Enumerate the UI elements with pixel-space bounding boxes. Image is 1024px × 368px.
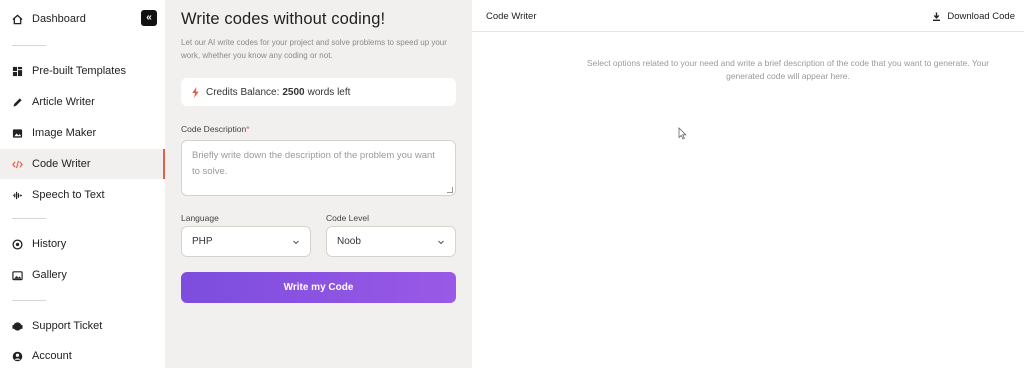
headset-icon	[12, 321, 23, 332]
pen-icon	[12, 97, 23, 108]
required-asterisk: *	[246, 124, 250, 134]
sidebar-item-article-writer[interactable]: Article Writer	[0, 87, 165, 117]
credits-balance-card: Credits Balance: 2500 words left	[181, 78, 456, 106]
code-description-input[interactable]: Briefly write down the description of th…	[181, 140, 456, 196]
chevron-down-icon	[438, 240, 444, 244]
language-select[interactable]: PHP	[181, 226, 311, 257]
sidebar-item-label: Speech to Text	[32, 189, 105, 201]
sidebar-item-label: Code Writer	[32, 158, 91, 170]
output-title: Code Writer	[486, 11, 537, 22]
collapse-sidebar-button[interactable]: «	[141, 10, 157, 26]
templates-icon	[12, 66, 23, 77]
language-label: Language	[181, 213, 219, 223]
sidebar-item-label: Account	[32, 350, 72, 362]
chevrons-left-icon: «	[146, 12, 152, 23]
sidebar-item-account[interactable]: Account	[0, 341, 165, 368]
sidebar-item-label: Pre-built Templates	[32, 65, 126, 77]
download-label: Download Code	[947, 10, 1015, 22]
sidebar-item-label: Article Writer	[32, 96, 95, 108]
lightning-icon	[192, 86, 199, 98]
output-panel: Code Writer Download Code Select options…	[472, 0, 1024, 368]
history-icon	[12, 238, 23, 250]
waveform-icon	[12, 190, 23, 201]
sidebar-item-history[interactable]: History	[0, 229, 165, 259]
sidebar: Dashboard « Pre-built Templates Article …	[0, 0, 165, 368]
sidebar-item-label: History	[32, 238, 67, 250]
sidebar-item-label: Support Ticket	[32, 320, 103, 332]
code-level-select[interactable]: Noob	[326, 226, 456, 257]
gallery-icon	[12, 270, 23, 281]
chevron-down-icon	[293, 240, 299, 244]
selected-value: Noob	[337, 236, 361, 247]
write-my-code-button[interactable]: Write my Code	[181, 272, 456, 303]
selected-value: PHP	[192, 236, 213, 247]
sidebar-item-support-ticket[interactable]: Support Ticket	[0, 311, 165, 341]
mouse-cursor-icon	[678, 127, 687, 140]
sidebar-item-pre-built-templates[interactable]: Pre-built Templates	[0, 56, 165, 86]
credits-amount: 2500	[282, 86, 305, 98]
page-description: Let our AI write codes for your project …	[181, 38, 447, 60]
sidebar-item-label: Image Maker	[32, 127, 97, 139]
output-header: Code Writer Download Code	[472, 0, 1024, 32]
credits-unit: words left	[307, 86, 351, 98]
code-icon	[12, 159, 23, 170]
sidebar-item-gallery[interactable]: Gallery	[0, 260, 165, 290]
label-text: Code Description	[181, 124, 247, 134]
nav-divider	[12, 218, 46, 219]
code-description-label: Code Description*	[181, 124, 250, 134]
code-writer-form: Write codes without coding! Let our AI w…	[165, 0, 472, 368]
download-icon	[933, 12, 941, 21]
sidebar-item-speech-to-text[interactable]: Speech to Text	[0, 180, 165, 210]
placeholder-text: Briefly write down the description of th…	[192, 150, 435, 177]
sidebar-item-code-writer[interactable]: Code Writer	[0, 149, 165, 179]
sidebar-item-label: Dashboard	[32, 13, 86, 25]
nav-divider	[12, 300, 46, 301]
sidebar-item-image-maker[interactable]: Image Maker	[0, 118, 165, 148]
nav-divider	[12, 45, 46, 46]
sidebar-item-label: Gallery	[32, 269, 67, 281]
output-placeholder: Select options related to your need and …	[586, 58, 990, 81]
image-icon	[12, 128, 23, 139]
download-code-button[interactable]: Download Code	[932, 9, 1015, 23]
resize-handle-icon[interactable]	[447, 187, 453, 193]
home-icon	[12, 14, 23, 25]
credits-label: Credits Balance:	[206, 86, 280, 98]
user-icon	[12, 351, 23, 362]
code-level-label: Code Level	[326, 213, 370, 223]
page-title: Write codes without coding!	[181, 10, 386, 28]
